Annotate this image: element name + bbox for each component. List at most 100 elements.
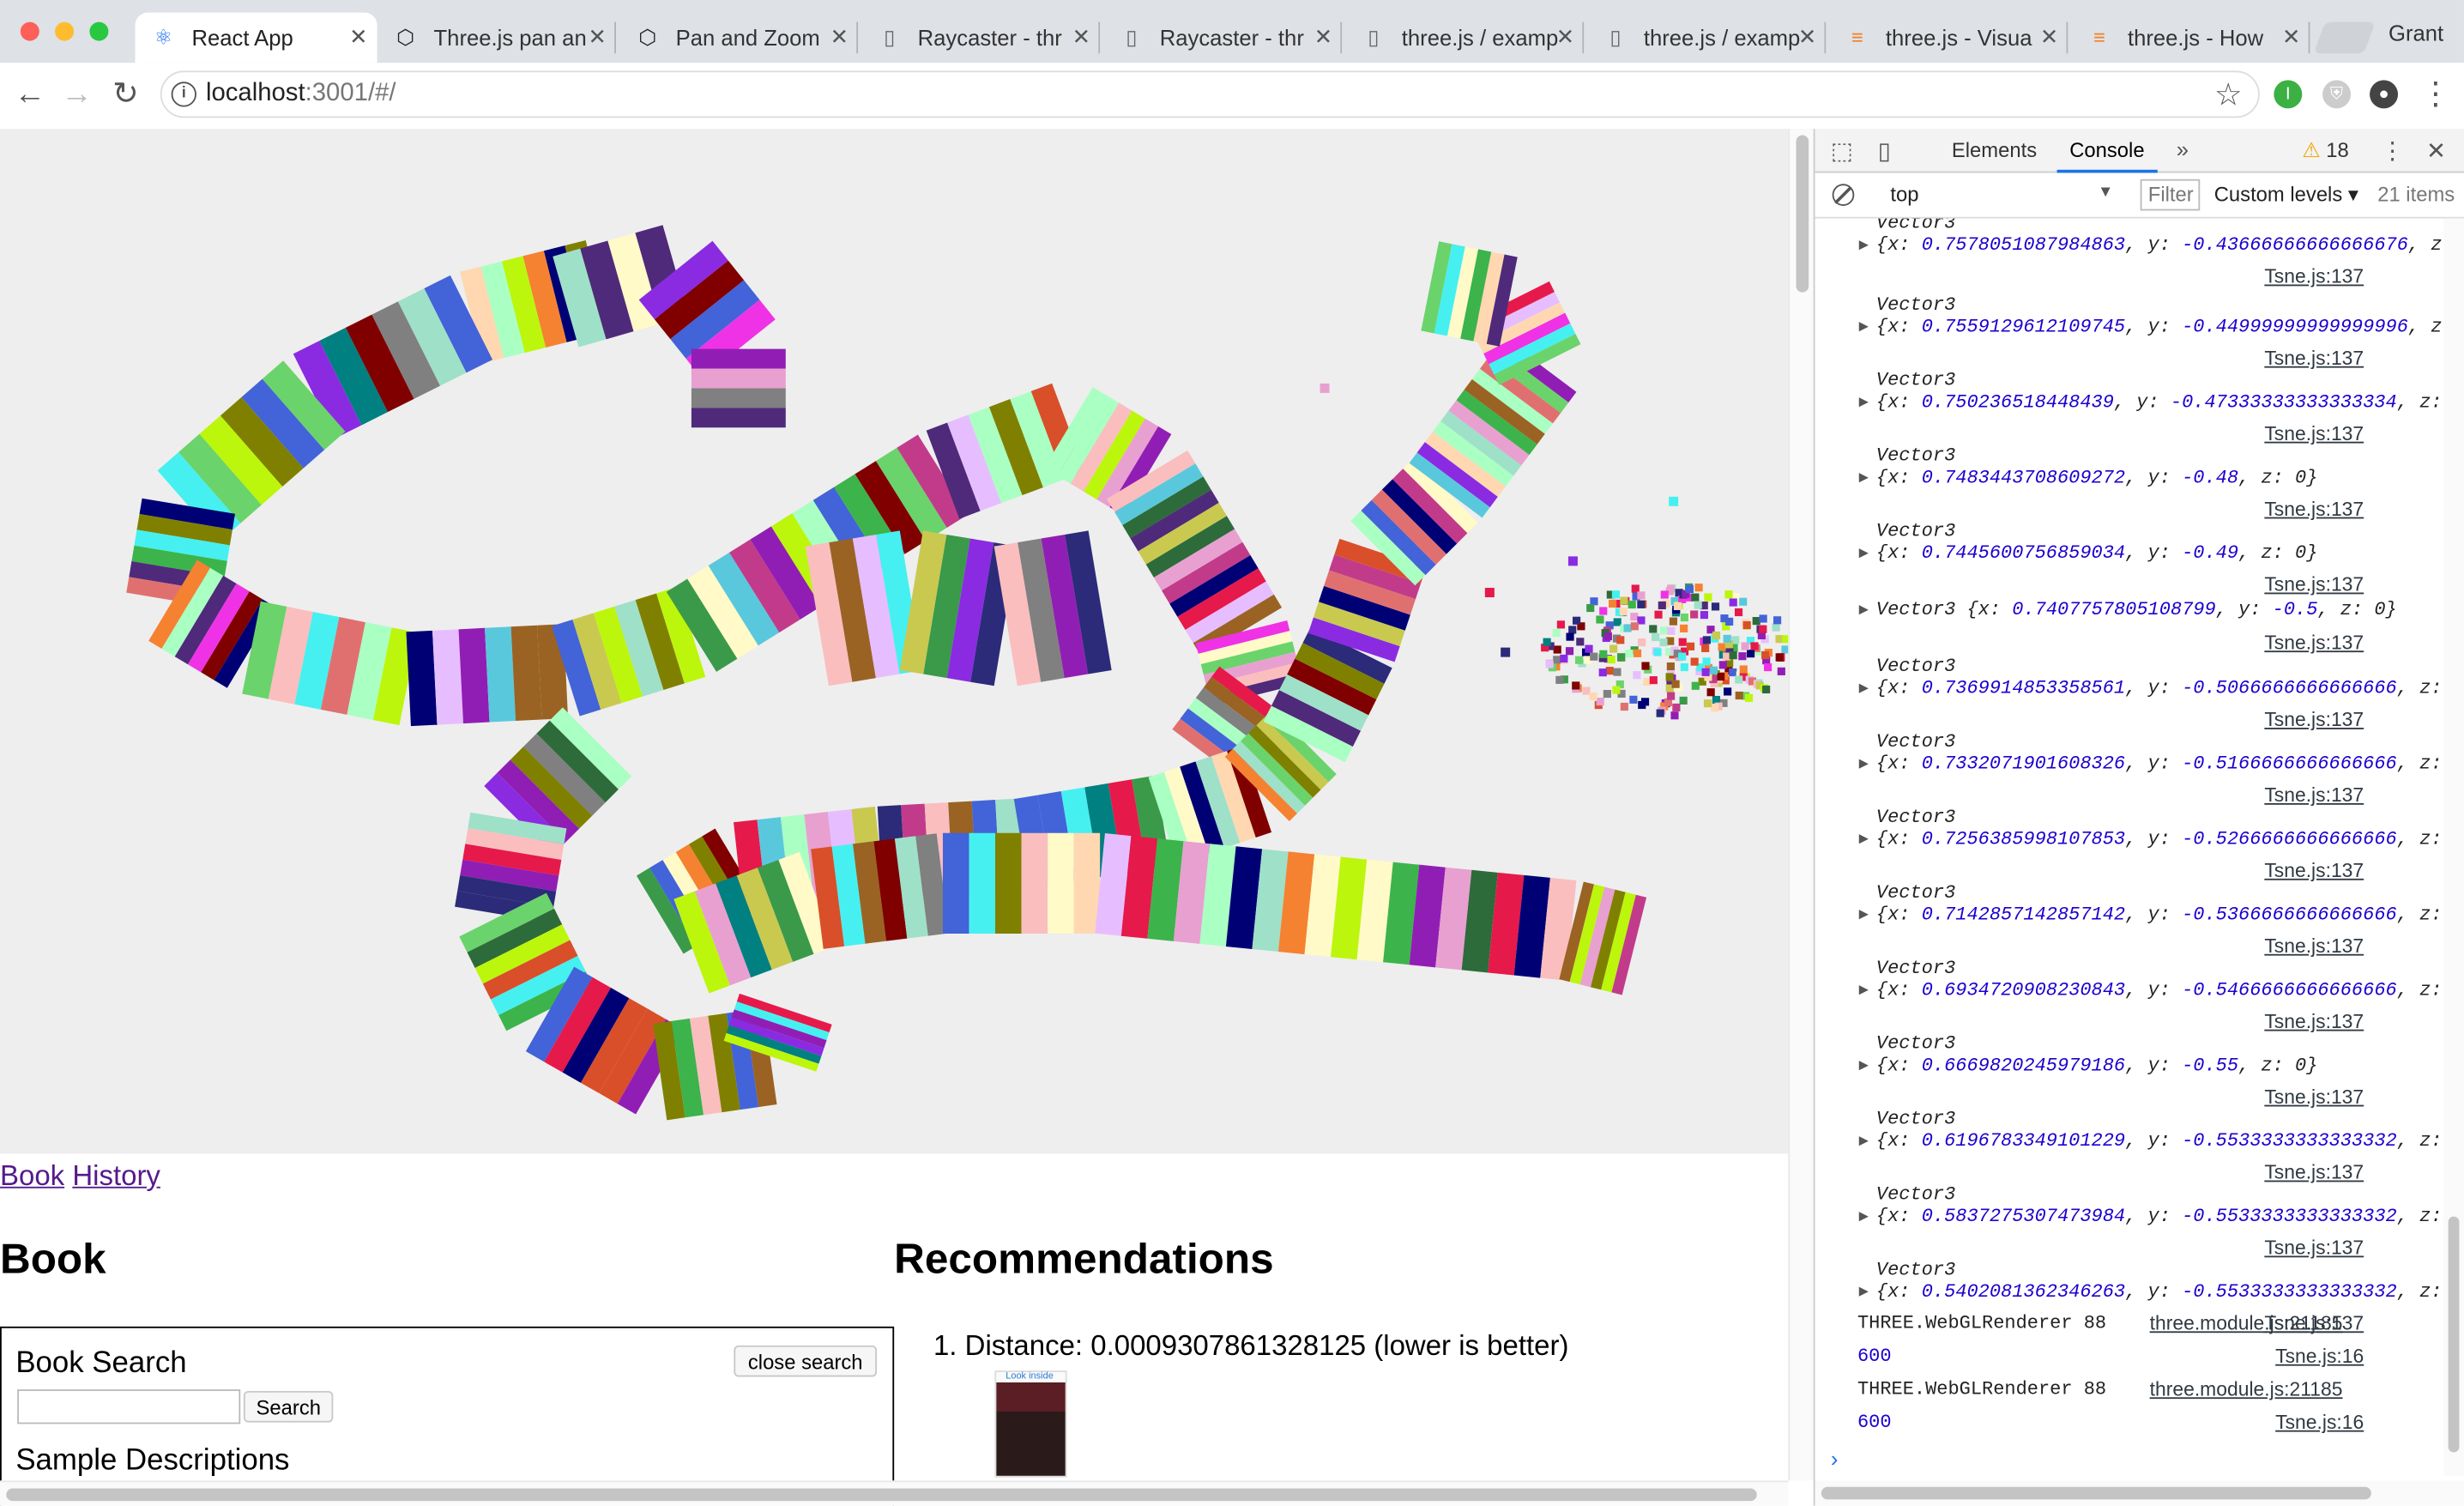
console-horizontal-scrollbar[interactable] [1815,1480,2464,1506]
tsne-point[interactable] [1759,614,1767,623]
tsne-point[interactable] [1690,610,1699,619]
tsne-point[interactable] [1672,703,1681,712]
tsne-point[interactable] [1671,680,1680,688]
tsne-point[interactable] [1667,692,1676,700]
close-tab-icon[interactable]: ✕ [349,23,367,50]
tsne-point[interactable] [1738,652,1747,661]
profile-name[interactable]: Grant [2389,21,2443,45]
window-minimize-button[interactable] [55,21,75,41]
tsne-point[interactable] [1667,626,1676,635]
source-link[interactable]: Tsne.js:137 [2264,499,2364,521]
tab-elements[interactable]: Elements [1952,138,2037,161]
tsne-point[interactable] [1654,610,1663,619]
tsne-point[interactable] [1701,668,1710,676]
scroll-thumb[interactable] [1796,135,1809,293]
tsne-cell[interactable] [691,348,786,369]
tsne-point[interactable] [1585,644,1593,653]
tsne-point[interactable] [1744,693,1754,702]
expand-triangle-icon[interactable]: ▶ [1859,319,1869,335]
tsne-point[interactable] [1625,650,1634,658]
tsne-point[interactable] [1775,653,1784,662]
tsne-point[interactable] [1685,584,1694,594]
tsne-point[interactable] [1598,668,1607,677]
tsne-point[interactable] [1586,603,1595,613]
expand-triangle-icon[interactable]: ▶ [1859,907,1869,922]
close-tab-icon[interactable]: ✕ [2282,23,2300,50]
extension-green-icon[interactable]: I [2274,80,2303,109]
expand-triangle-icon[interactable]: ▶ [1859,1058,1869,1073]
tsne-point[interactable] [1711,602,1720,611]
context-selector[interactable]: top [1890,182,1918,205]
tsne-point[interactable] [1660,590,1669,599]
tsne-point[interactable] [1665,673,1674,681]
tsne-point[interactable] [1633,671,1641,680]
scroll-thumb[interactable] [1821,1486,2371,1500]
source-link[interactable]: Tsne.js:137 [2264,574,2364,596]
expand-triangle-icon[interactable]: ▶ [1859,832,1869,847]
tsne-point[interactable] [1750,642,1759,650]
reload-icon[interactable]: ↻ [108,77,142,112]
browser-tab[interactable]: ▯ three.js / examp ✕ [1587,13,1827,64]
tsne-point[interactable] [1762,685,1771,694]
tsne-cell[interactable] [942,832,969,934]
tsne-point[interactable] [1706,688,1715,697]
tsne-point[interactable] [1651,632,1660,642]
source-link[interactable]: Tsne.js:16 [2275,1346,2364,1368]
tsne-point[interactable] [1678,652,1687,661]
tsne-point[interactable] [1603,632,1612,641]
tsne-point[interactable] [1772,623,1780,632]
source-link[interactable]: Tsne.js:137 [2264,935,2364,958]
tsne-cell[interactable] [432,629,464,725]
tsne-point[interactable] [1484,588,1495,598]
tsne-point[interactable] [1649,676,1658,685]
source-link[interactable]: Tsne.js:137 [2264,860,2364,882]
inspect-element-icon[interactable]: ⬚ [1831,136,1853,165]
tsne-point[interactable] [1599,607,1608,615]
tsne-point[interactable] [1637,600,1646,608]
tsne-point[interactable] [1735,691,1743,700]
tsne-point[interactable] [1649,625,1658,633]
tsne-point[interactable] [1670,711,1679,720]
source-link[interactable]: Tsne.js:137 [2264,709,2364,731]
tsne-point[interactable] [1735,675,1743,684]
tsne-point[interactable] [1633,649,1642,657]
tsne-point[interactable] [1611,590,1621,599]
tsne-point[interactable] [1617,653,1626,662]
tsne-point[interactable] [1568,626,1577,634]
tsne-point[interactable] [1739,597,1748,606]
tsne-point[interactable] [1669,617,1678,626]
tsne-point[interactable] [1718,643,1726,651]
browser-menu-icon[interactable]: ⋮ [2420,79,2452,111]
tsne-point[interactable] [1603,689,1611,699]
tsne-point[interactable] [1725,617,1734,626]
source-link[interactable]: Tsne.js:137 [2264,266,2364,288]
tsne-point[interactable] [1653,648,1662,656]
window-zoom-button[interactable] [89,21,109,41]
new-tab-button[interactable] [2313,21,2376,54]
close-tab-icon[interactable]: ✕ [1072,23,1090,50]
tsne-point[interactable] [1576,638,1585,646]
tab-console[interactable]: Console [2056,138,2157,173]
book-search-input[interactable] [17,1389,241,1424]
tsne-point[interactable] [1704,593,1712,602]
tsne-point[interactable] [1724,590,1733,599]
browser-tab[interactable]: ⚛ React App ✕ [135,12,377,64]
tsne-point[interactable] [1553,656,1561,664]
tsne-point[interactable] [1612,686,1621,694]
tsne-point[interactable] [1669,496,1679,506]
close-tab-icon[interactable]: ✕ [1556,23,1574,50]
tsne-point[interactable] [1620,596,1628,605]
source-link[interactable]: three.module.js:21185 [2150,1378,2343,1400]
source-link[interactable]: Tsne.js:137 [2264,784,2364,807]
tsne-point[interactable] [1640,698,1650,706]
tsne-point[interactable] [1607,656,1615,664]
tsne-point[interactable] [1552,628,1561,638]
nav-link-book[interactable]: Book [0,1160,64,1192]
tsne-point[interactable] [1724,687,1732,696]
tsne-point[interactable] [1782,635,1791,644]
tsne-point[interactable] [1680,614,1688,622]
clear-console-icon[interactable] [1832,184,1855,206]
scroll-thumb[interactable] [2448,1216,2460,1453]
tsne-point[interactable] [1605,667,1614,675]
tsne-point[interactable] [1631,584,1640,593]
